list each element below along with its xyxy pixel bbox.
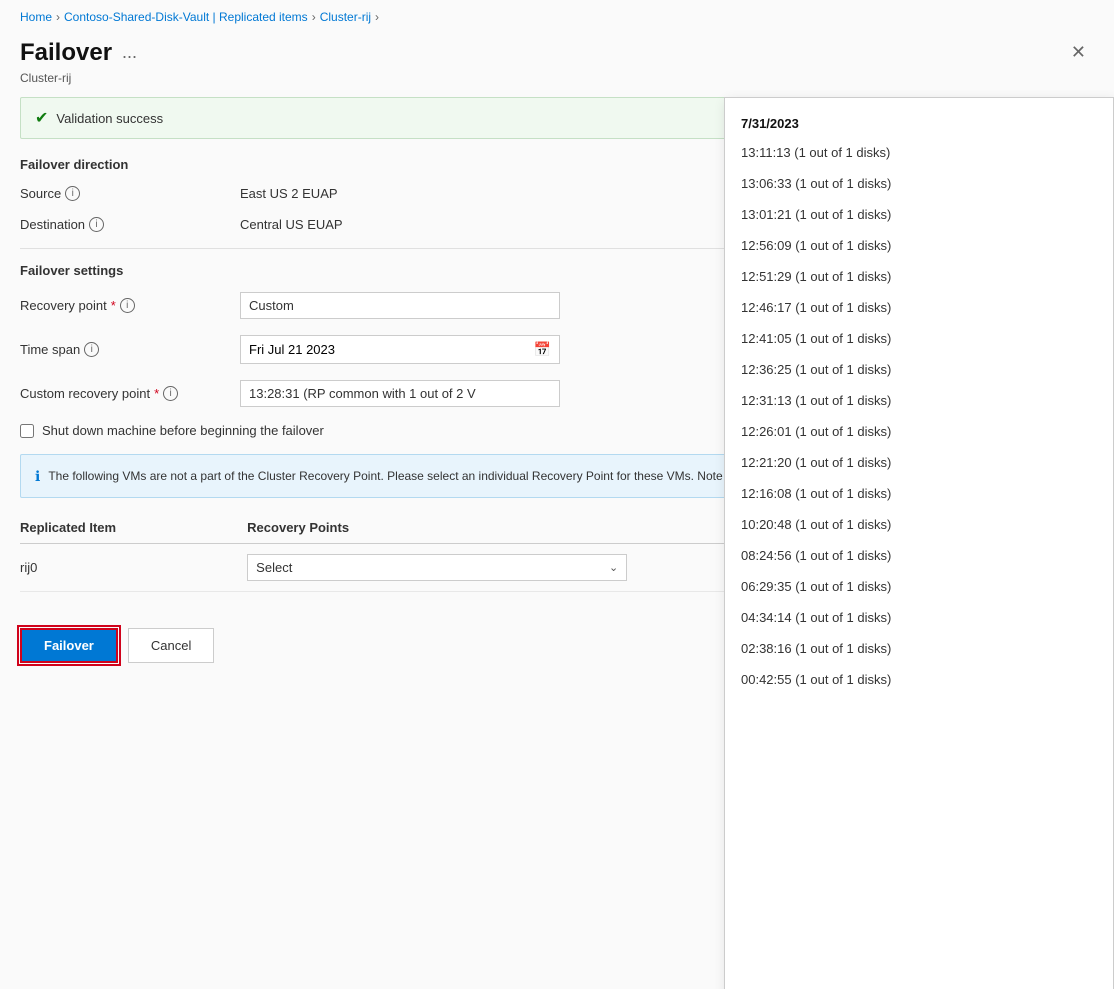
calendar-icon[interactable]: 📅 bbox=[526, 336, 559, 363]
destination-label: Destination i bbox=[20, 217, 240, 232]
shutdown-checkbox-label: Shut down machine before beginning the f… bbox=[42, 423, 324, 438]
more-options-button[interactable]: ... bbox=[122, 42, 137, 63]
recovery-point-dropdown-panel[interactable]: 7/31/2023 13:11:13 (1 out of 1 disks)13:… bbox=[724, 97, 1114, 989]
col-header-replicated-item: Replicated Item bbox=[20, 514, 247, 544]
recovery-point-info-icon[interactable]: i bbox=[120, 298, 135, 313]
select-arrow-icon: ⌄ bbox=[609, 561, 618, 574]
page-wrapper: Home › Contoso-Shared-Disk-Vault | Repli… bbox=[0, 0, 1114, 989]
replicated-item-cell: rij0 bbox=[20, 544, 247, 592]
dropdown-items-container: 13:11:13 (1 out of 1 disks)13:06:33 (1 o… bbox=[725, 137, 1113, 695]
dropdown-date-header: 7/31/2023 bbox=[725, 108, 1113, 137]
cancel-button[interactable]: Cancel bbox=[128, 628, 214, 663]
validation-text: Validation success bbox=[56, 111, 163, 126]
list-item[interactable]: 12:31:13 (1 out of 1 disks) bbox=[725, 385, 1113, 416]
destination-value: Central US EUAP bbox=[240, 217, 343, 232]
list-item[interactable]: 02:38:16 (1 out of 1 disks) bbox=[725, 633, 1113, 664]
list-item[interactable]: 12:26:01 (1 out of 1 disks) bbox=[725, 416, 1113, 447]
breadcrumb-vault[interactable]: Contoso-Shared-Disk-Vault | Replicated i… bbox=[64, 10, 308, 24]
shutdown-checkbox[interactable] bbox=[20, 424, 34, 438]
panel-subtitle: Cluster-rij bbox=[0, 71, 1114, 97]
chevron-icon-2: › bbox=[312, 10, 316, 24]
breadcrumb: Home › Contoso-Shared-Disk-Vault | Repli… bbox=[0, 0, 1114, 30]
panel-header-left: Failover ... bbox=[20, 39, 137, 67]
breadcrumb-home[interactable]: Home bbox=[20, 10, 52, 24]
custom-recovery-point-input[interactable] bbox=[240, 380, 560, 407]
list-item[interactable]: 10:20:48 (1 out of 1 disks) bbox=[725, 509, 1113, 540]
custom-recovery-point-label: Custom recovery point * i bbox=[20, 386, 240, 401]
list-item[interactable]: 12:46:17 (1 out of 1 disks) bbox=[725, 292, 1113, 323]
source-label: Source i bbox=[20, 186, 240, 201]
time-span-label: Time span i bbox=[20, 342, 240, 357]
chevron-icon-1: › bbox=[56, 10, 60, 24]
time-span-info-icon[interactable]: i bbox=[84, 342, 99, 357]
list-item[interactable]: 08:24:56 (1 out of 1 disks) bbox=[725, 540, 1113, 571]
recovery-point-required: * bbox=[111, 298, 116, 313]
list-item[interactable]: 00:42:55 (1 out of 1 disks) bbox=[725, 664, 1113, 695]
list-item[interactable]: 12:41:05 (1 out of 1 disks) bbox=[725, 323, 1113, 354]
source-info-icon[interactable]: i bbox=[65, 186, 80, 201]
close-button[interactable]: ✕ bbox=[1063, 38, 1094, 67]
info-box-icon: ℹ bbox=[35, 468, 40, 485]
recovery-point-input[interactable] bbox=[240, 292, 560, 319]
list-item[interactable]: 13:11:13 (1 out of 1 disks) bbox=[725, 137, 1113, 168]
recovery-point-select[interactable]: Select ⌄ bbox=[247, 554, 627, 581]
destination-info-icon[interactable]: i bbox=[89, 217, 104, 232]
list-item[interactable]: 04:34:14 (1 out of 1 disks) bbox=[725, 602, 1113, 633]
list-item[interactable]: 13:06:33 (1 out of 1 disks) bbox=[725, 168, 1113, 199]
main-content: ✔ Validation success Failover direction … bbox=[0, 97, 1114, 683]
select-label: Select bbox=[256, 560, 292, 575]
failover-button[interactable]: Failover bbox=[20, 628, 118, 663]
list-item[interactable]: 13:01:21 (1 out of 1 disks) bbox=[725, 199, 1113, 230]
panel-header: Failover ... ✕ bbox=[0, 30, 1114, 71]
time-span-input-container: 📅 bbox=[240, 335, 560, 364]
chevron-icon-3: › bbox=[375, 10, 379, 24]
time-span-input[interactable] bbox=[241, 337, 526, 362]
list-item[interactable]: 12:51:29 (1 out of 1 disks) bbox=[725, 261, 1113, 292]
page-title: Failover bbox=[20, 39, 112, 67]
custom-recovery-point-required: * bbox=[154, 386, 159, 401]
custom-recovery-point-info-icon[interactable]: i bbox=[163, 386, 178, 401]
list-item[interactable]: 12:21:20 (1 out of 1 disks) bbox=[725, 447, 1113, 478]
validation-icon: ✔ bbox=[35, 108, 48, 128]
source-value: East US 2 EUAP bbox=[240, 186, 338, 201]
list-item[interactable]: 12:16:08 (1 out of 1 disks) bbox=[725, 478, 1113, 509]
list-item[interactable]: 12:56:09 (1 out of 1 disks) bbox=[725, 230, 1113, 261]
breadcrumb-cluster[interactable]: Cluster-rij bbox=[320, 10, 371, 24]
list-item[interactable]: 06:29:35 (1 out of 1 disks) bbox=[725, 571, 1113, 602]
list-item[interactable]: 12:36:25 (1 out of 1 disks) bbox=[725, 354, 1113, 385]
dropdown-panel-inner[interactable]: 7/31/2023 13:11:13 (1 out of 1 disks)13:… bbox=[725, 98, 1113, 989]
recovery-point-label: Recovery point * i bbox=[20, 298, 240, 313]
